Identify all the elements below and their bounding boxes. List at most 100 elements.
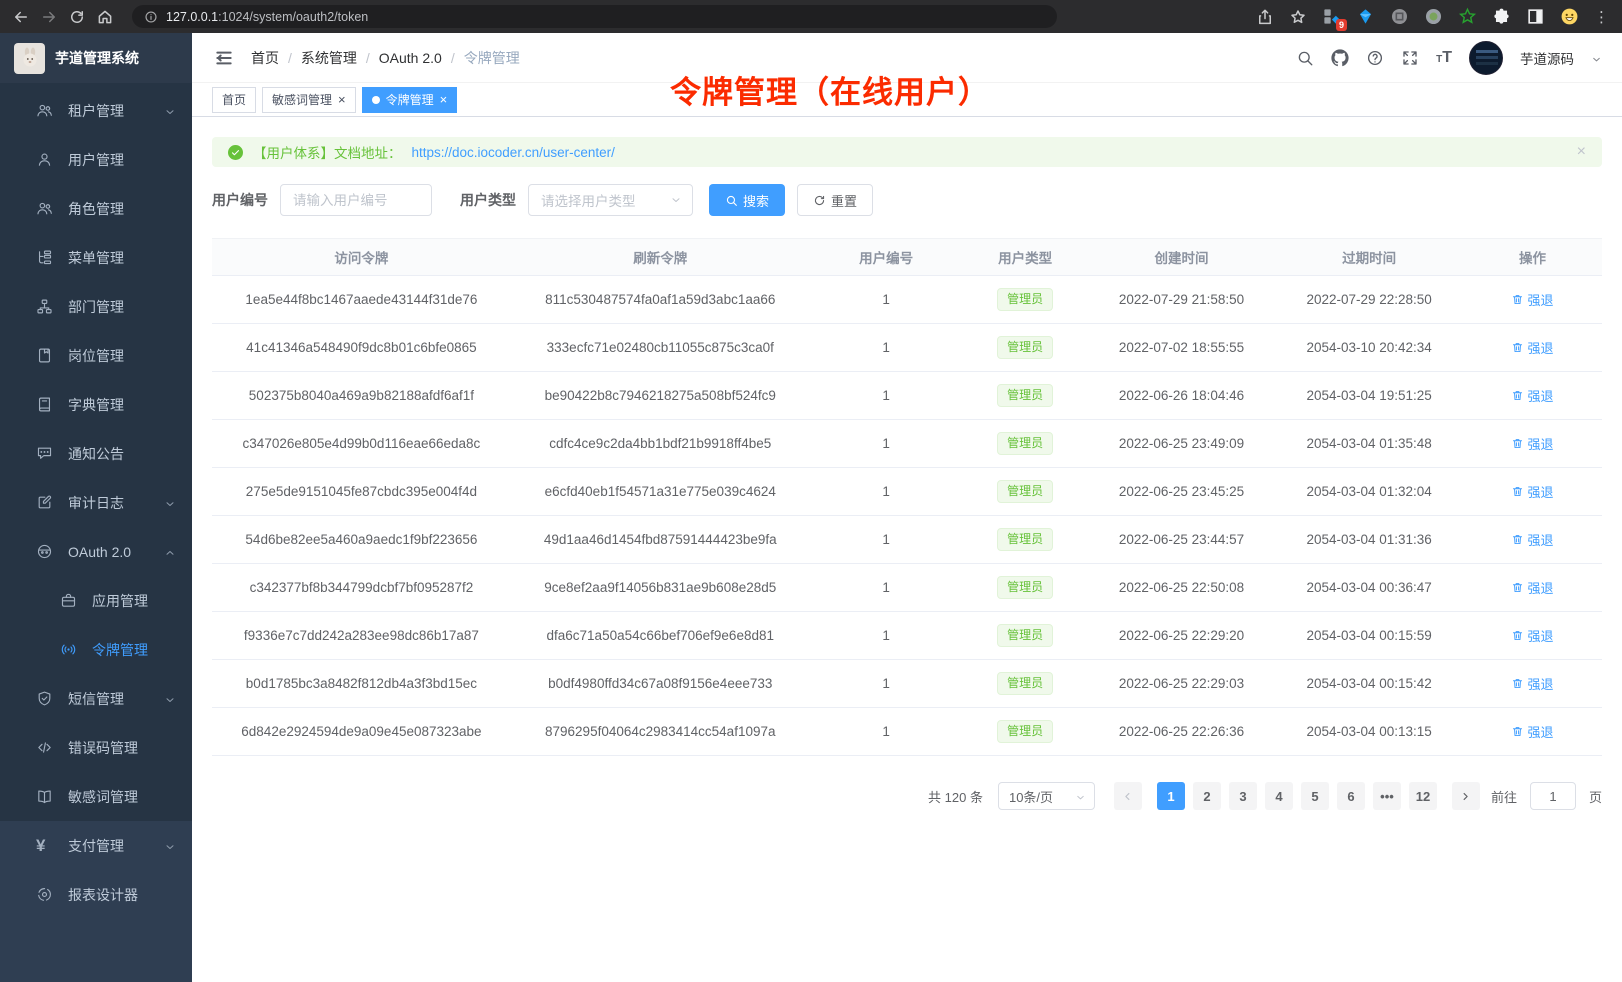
sidebar-item-user[interactable]: 用户管理 (0, 135, 192, 184)
page-button-5[interactable]: 5 (1301, 782, 1329, 810)
user-id-cell: 1 (810, 420, 963, 468)
user-type-badge: 管理员 (997, 480, 1053, 503)
refresh-token-cell: 8796295f04064c2983414cc54af1097a (511, 708, 810, 756)
breadcrumb-item[interactable]: 首页 (251, 48, 279, 68)
browser-reload-icon[interactable] (68, 8, 86, 26)
expire-time-cell: 2054-03-04 01:31:36 (1275, 516, 1463, 564)
page-size-select[interactable]: 10条/页 (998, 782, 1095, 810)
help-icon[interactable] (1366, 49, 1384, 67)
extension-green-dot-icon[interactable] (1424, 7, 1443, 26)
goto-suffix: 页 (1589, 787, 1602, 806)
view-tab[interactable]: 敏感词管理× (262, 87, 356, 113)
extension-green-star-icon[interactable] (1458, 7, 1477, 26)
sidebar-item-report[interactable]: 报表设计器 (0, 870, 192, 919)
user-type-badge: 管理员 (997, 528, 1053, 551)
user-id-label: 用户编号 (212, 190, 268, 210)
sidebar-item-token[interactable]: 令牌管理 (0, 625, 192, 674)
sidebar-item-notice[interactable]: 通知公告 (0, 429, 192, 478)
sidebar-item-label: 支付管理 (68, 836, 124, 856)
sidebar-item-app[interactable]: 应用管理 (0, 576, 192, 625)
force-logout-button[interactable]: 强退 (1511, 482, 1553, 501)
sidebar-item-errcode[interactable]: 错误码管理 (0, 723, 192, 772)
browser-menu-icon[interactable]: ⋮ (1594, 8, 1610, 26)
sidebar-item-label: 令牌管理 (92, 640, 148, 660)
sidebar-item-dict[interactable]: 字典管理 (0, 380, 192, 429)
sidebar-item-dept[interactable]: 部门管理 (0, 282, 192, 331)
sidebar-item-oauth[interactable]: OAuth 2.0 (0, 527, 192, 576)
user-type-badge: 管理员 (997, 384, 1053, 407)
page-button-2[interactable]: 2 (1193, 782, 1221, 810)
goto-label: 前往 (1491, 787, 1517, 806)
sidebar-collapse-icon[interactable] (214, 48, 234, 68)
extension-gem-icon[interactable] (1356, 7, 1375, 26)
page-button-3[interactable]: 3 (1229, 782, 1257, 810)
prev-page-button[interactable] (1114, 782, 1142, 810)
doc-link[interactable]: https://doc.iocoder.cn/user-center/ (412, 145, 615, 160)
view-tab[interactable]: 令牌管理× (362, 87, 458, 113)
tab-close-icon[interactable]: × (440, 93, 448, 106)
tab-close-icon[interactable]: × (338, 93, 346, 106)
reset-button[interactable]: 重置 (797, 184, 873, 216)
search-button-icon (725, 194, 738, 207)
application-icon (60, 592, 77, 609)
refresh-token-cell: cdfc4ce9c2da4bb1bdf21b9918ff4be5 (511, 420, 810, 468)
sidebar-item-post[interactable]: 岗位管理 (0, 331, 192, 380)
alert-close-icon[interactable]: × (1577, 143, 1586, 161)
force-logout-button[interactable]: 强退 (1511, 674, 1553, 693)
browser-forward-icon[interactable] (40, 8, 58, 26)
browser-back-icon[interactable] (12, 8, 30, 26)
user-menu-caret-icon[interactable] (1591, 52, 1602, 63)
goto-page-input[interactable] (1530, 782, 1576, 810)
refresh-token-cell: b0df4980ffd34c67a08f9156e4eee733 (511, 660, 810, 708)
sidebar-item-sms[interactable]: 短信管理 (0, 674, 192, 723)
extension-puzzle-icon[interactable] (1492, 7, 1511, 26)
user-avatar[interactable] (1469, 41, 1503, 75)
search-button[interactable]: 搜索 (709, 184, 785, 216)
sidebar-item-tenant[interactable]: 租户管理 (0, 86, 192, 135)
force-logout-button[interactable]: 强退 (1511, 722, 1553, 741)
profile-emoji-icon[interactable] (1560, 7, 1579, 26)
page-button-1[interactable]: 1 (1157, 782, 1185, 810)
force-logout-button[interactable]: 强退 (1511, 434, 1553, 453)
created-time-cell: 2022-07-02 18:55:55 (1088, 324, 1276, 372)
sidebar-item-audit[interactable]: 审计日志 (0, 478, 192, 527)
force-logout-button[interactable]: 强退 (1511, 290, 1553, 309)
page-button-12[interactable]: 12 (1409, 782, 1437, 810)
force-logout-button[interactable]: 强退 (1511, 530, 1553, 549)
share-icon[interactable] (1256, 8, 1274, 26)
sidebar-item-sensitive[interactable]: 敏感词管理 (0, 772, 192, 821)
browser-home-icon[interactable] (96, 8, 114, 26)
extension-grid-icon[interactable]: 9 (1322, 7, 1341, 26)
sidebar-item-menu[interactable]: 菜单管理 (0, 233, 192, 282)
sidebar-item-pay[interactable]: ¥支付管理 (0, 821, 192, 870)
force-logout-button[interactable]: 强退 (1511, 578, 1553, 597)
action-cell: 强退 (1463, 276, 1602, 324)
extension-gray-circle-icon[interactable] (1390, 7, 1409, 26)
next-page-button[interactable] (1452, 782, 1480, 810)
extension-split-square-icon[interactable] (1526, 7, 1545, 26)
search-icon[interactable] (1296, 49, 1314, 67)
bookmark-star-icon[interactable] (1289, 8, 1307, 26)
breadcrumb-item[interactable]: OAuth 2.0 (379, 50, 442, 66)
address-bar[interactable]: 127.0.0.1:1024/system/oauth2/token (132, 5, 1057, 28)
refresh-token-cell: 811c530487574fa0af1a59d3abc1aa66 (511, 276, 810, 324)
font-size-icon[interactable]: TT (1436, 49, 1452, 67)
column-header: 创建时间 (1088, 239, 1276, 276)
page-button-4[interactable]: 4 (1265, 782, 1293, 810)
user-type-label: 用户类型 (460, 190, 516, 210)
user-type-select[interactable]: 请选择用户类型 (528, 184, 693, 216)
user-id-input[interactable] (280, 184, 432, 216)
header-actions: TT 芋道源码 (1296, 41, 1602, 75)
fullscreen-icon[interactable] (1401, 49, 1419, 67)
force-logout-label: 强退 (1527, 338, 1553, 357)
breadcrumb-item[interactable]: 系统管理 (301, 48, 357, 68)
view-tab[interactable]: 首页 (212, 87, 256, 113)
site-info-icon[interactable] (144, 10, 158, 24)
force-logout-button[interactable]: 强退 (1511, 626, 1553, 645)
github-icon[interactable] (1331, 49, 1349, 67)
force-logout-button[interactable]: 强退 (1511, 338, 1553, 357)
more-pages-button[interactable]: ••• (1373, 782, 1401, 810)
page-button-6[interactable]: 6 (1337, 782, 1365, 810)
sidebar-item-role[interactable]: 角色管理 (0, 184, 192, 233)
force-logout-button[interactable]: 强退 (1511, 386, 1553, 405)
